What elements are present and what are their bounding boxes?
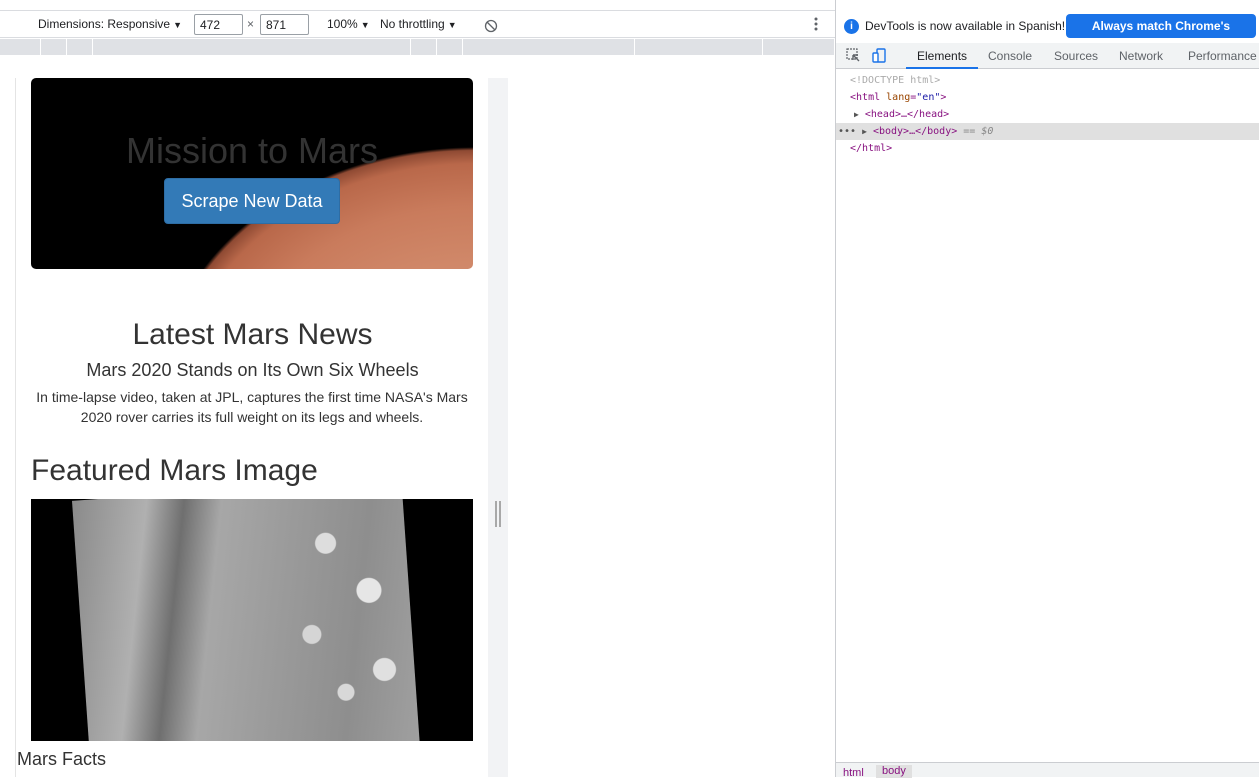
inspect-element-icon[interactable]	[846, 48, 861, 63]
times-sign: ×	[247, 17, 255, 31]
throttling-dropdown[interactable]: No throttling ▼	[380, 11, 457, 37]
tab-sources[interactable]: Sources	[1054, 43, 1098, 69]
media-query-ruler[interactable]	[0, 39, 835, 55]
jumbotron: Mission to Mars Scrape New Data	[31, 78, 473, 269]
tab-elements[interactable]: Elements	[906, 43, 979, 69]
expand-triangle-icon[interactable]: ▶	[854, 110, 859, 119]
kebab-vertical-icon[interactable]	[812, 15, 820, 33]
tab-performance[interactable]: Performance	[1188, 43, 1257, 69]
dom-html-close[interactable]: </html>	[836, 140, 1259, 157]
jumbotron-title: Mission to Mars	[125, 130, 379, 171]
breadcrumb-body[interactable]: body	[876, 765, 912, 778]
caret-down-icon: ▼	[447, 20, 457, 30]
zoom-label: 100%	[327, 17, 358, 31]
device-emulation-pane: Dimensions: Responsive▼ × 100%▼ No throt…	[0, 0, 835, 777]
devtools-panel: i DevTools is now available in Spanish! …	[835, 0, 1259, 779]
breadcrumb-html[interactable]: html	[843, 767, 864, 779]
dom-body-selected[interactable]: ••• ▶ <body>…</body> == $0	[836, 123, 1259, 140]
breadcrumb: html body	[836, 762, 1259, 779]
news-title: Mars 2020 Stands on Its Own Six Wheels	[86, 360, 419, 380]
language-infobar: i DevTools is now available in Spanish! …	[836, 10, 1259, 57]
dom-dots: •••	[838, 126, 857, 137]
caret-down-icon: ▼	[360, 20, 370, 30]
emulated-viewport: Mission to Mars Scrape New Data Latest M…	[15, 78, 488, 777]
rotate-off-icon[interactable]	[484, 16, 498, 33]
expand-triangle-icon[interactable]: ▶	[862, 127, 867, 136]
match-language-button[interactable]: Always match Chrome's language	[1066, 14, 1256, 57]
featured-image	[31, 499, 473, 741]
caret-down-icon: ▼	[173, 20, 182, 30]
info-icon: i	[844, 19, 859, 34]
info-text: DevTools is now available in Spanish!	[865, 19, 1066, 33]
tab-network[interactable]: Network	[1119, 43, 1163, 69]
dom-head[interactable]: ▶ <head>…</head>	[836, 106, 1259, 123]
viewport-gutter	[488, 78, 508, 777]
featured-heading: Featured Mars Image	[31, 454, 318, 487]
news-heading: Latest Mars News	[132, 318, 373, 351]
width-input[interactable]	[194, 14, 243, 35]
scrape-button[interactable]: Scrape New Data	[164, 178, 340, 224]
resize-handle[interactable]	[495, 501, 501, 527]
dom-html-open[interactable]: <html lang="en">	[836, 89, 1259, 106]
dimensions-label: Dimensions: Responsive	[38, 17, 171, 31]
throttling-label: No throttling	[380, 17, 445, 31]
tab-console[interactable]: Console	[988, 43, 1032, 69]
dimensions-dropdown[interactable]: Dimensions: Responsive ▼	[38, 11, 182, 37]
devtools-tabs: Elements Console Sources Network Perform…	[836, 43, 1259, 69]
zoom-dropdown[interactable]: 100% ▼	[327, 11, 370, 37]
dom-doctype[interactable]: <!DOCTYPE html>	[836, 72, 1259, 89]
facts-heading: Mars Facts	[17, 749, 107, 769]
news-paragraph: In time-lapse video, taken at JPL, captu…	[36, 389, 468, 425]
device-toolbar: Dimensions: Responsive▼ × 100%▼ No throt…	[0, 10, 835, 38]
device-toggle-icon[interactable]	[872, 48, 887, 63]
height-input[interactable]	[260, 14, 309, 35]
